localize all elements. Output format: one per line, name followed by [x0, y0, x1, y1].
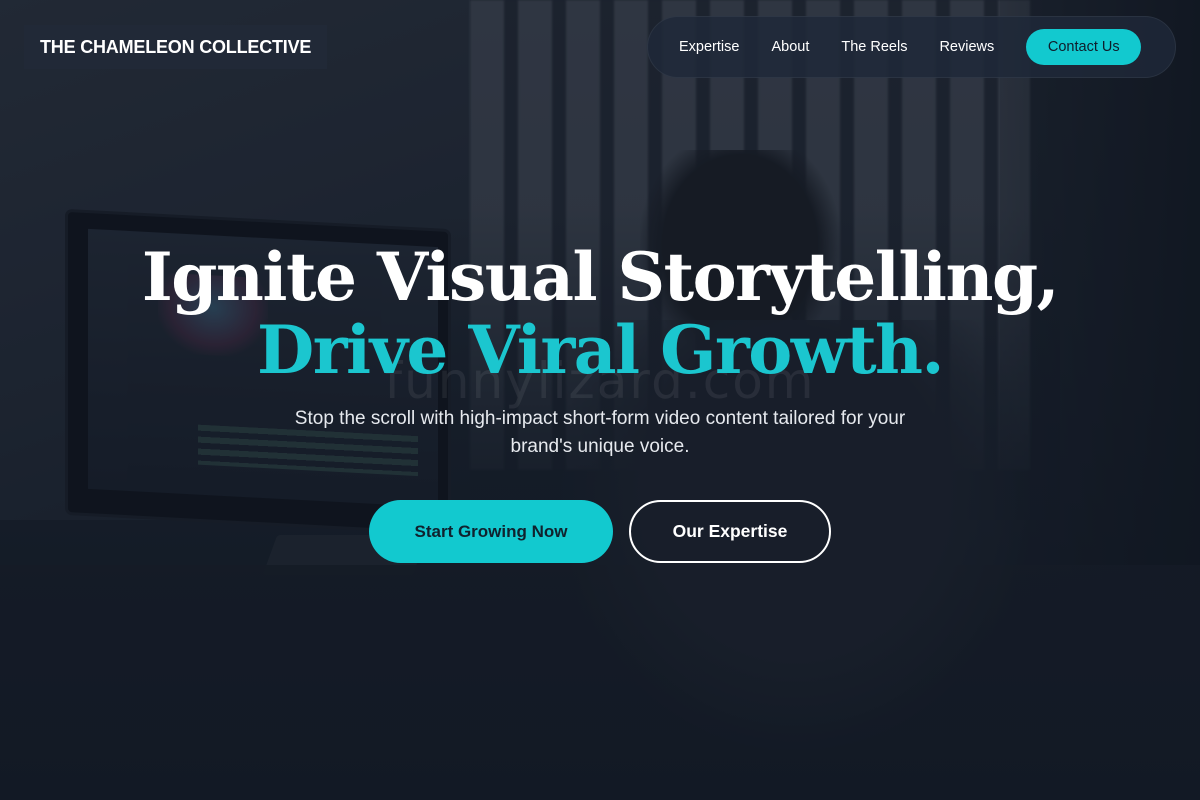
contact-us-button[interactable]: Contact Us	[1026, 29, 1142, 65]
hero-title-line-1: Ignite Visual Storytelling,	[141, 238, 1060, 316]
nav-link-about[interactable]: About	[771, 39, 809, 55]
nav-link-reviews[interactable]: Reviews	[939, 39, 994, 55]
hero-title: Ignite Visual Storytelling, Drive Viral …	[0, 238, 1200, 384]
nav-link-expertise[interactable]: Expertise	[679, 39, 739, 55]
nav-link-the-reels[interactable]: The Reels	[841, 39, 907, 55]
start-growing-button[interactable]: Start Growing Now	[369, 500, 613, 563]
hero-background-image: funnylizard.com	[0, 0, 1200, 800]
our-expertise-button[interactable]: Our Expertise	[629, 500, 831, 563]
hero-subtitle: Stop the scroll with high-impact short-f…	[294, 408, 906, 457]
brand-logo[interactable]: THE CHAMELEON COLLECTIVE	[24, 25, 328, 69]
main-nav: Expertise About The Reels Reviews Contac…	[647, 16, 1176, 78]
hero-title-line-2: Drive Viral Growth.	[256, 311, 945, 389]
